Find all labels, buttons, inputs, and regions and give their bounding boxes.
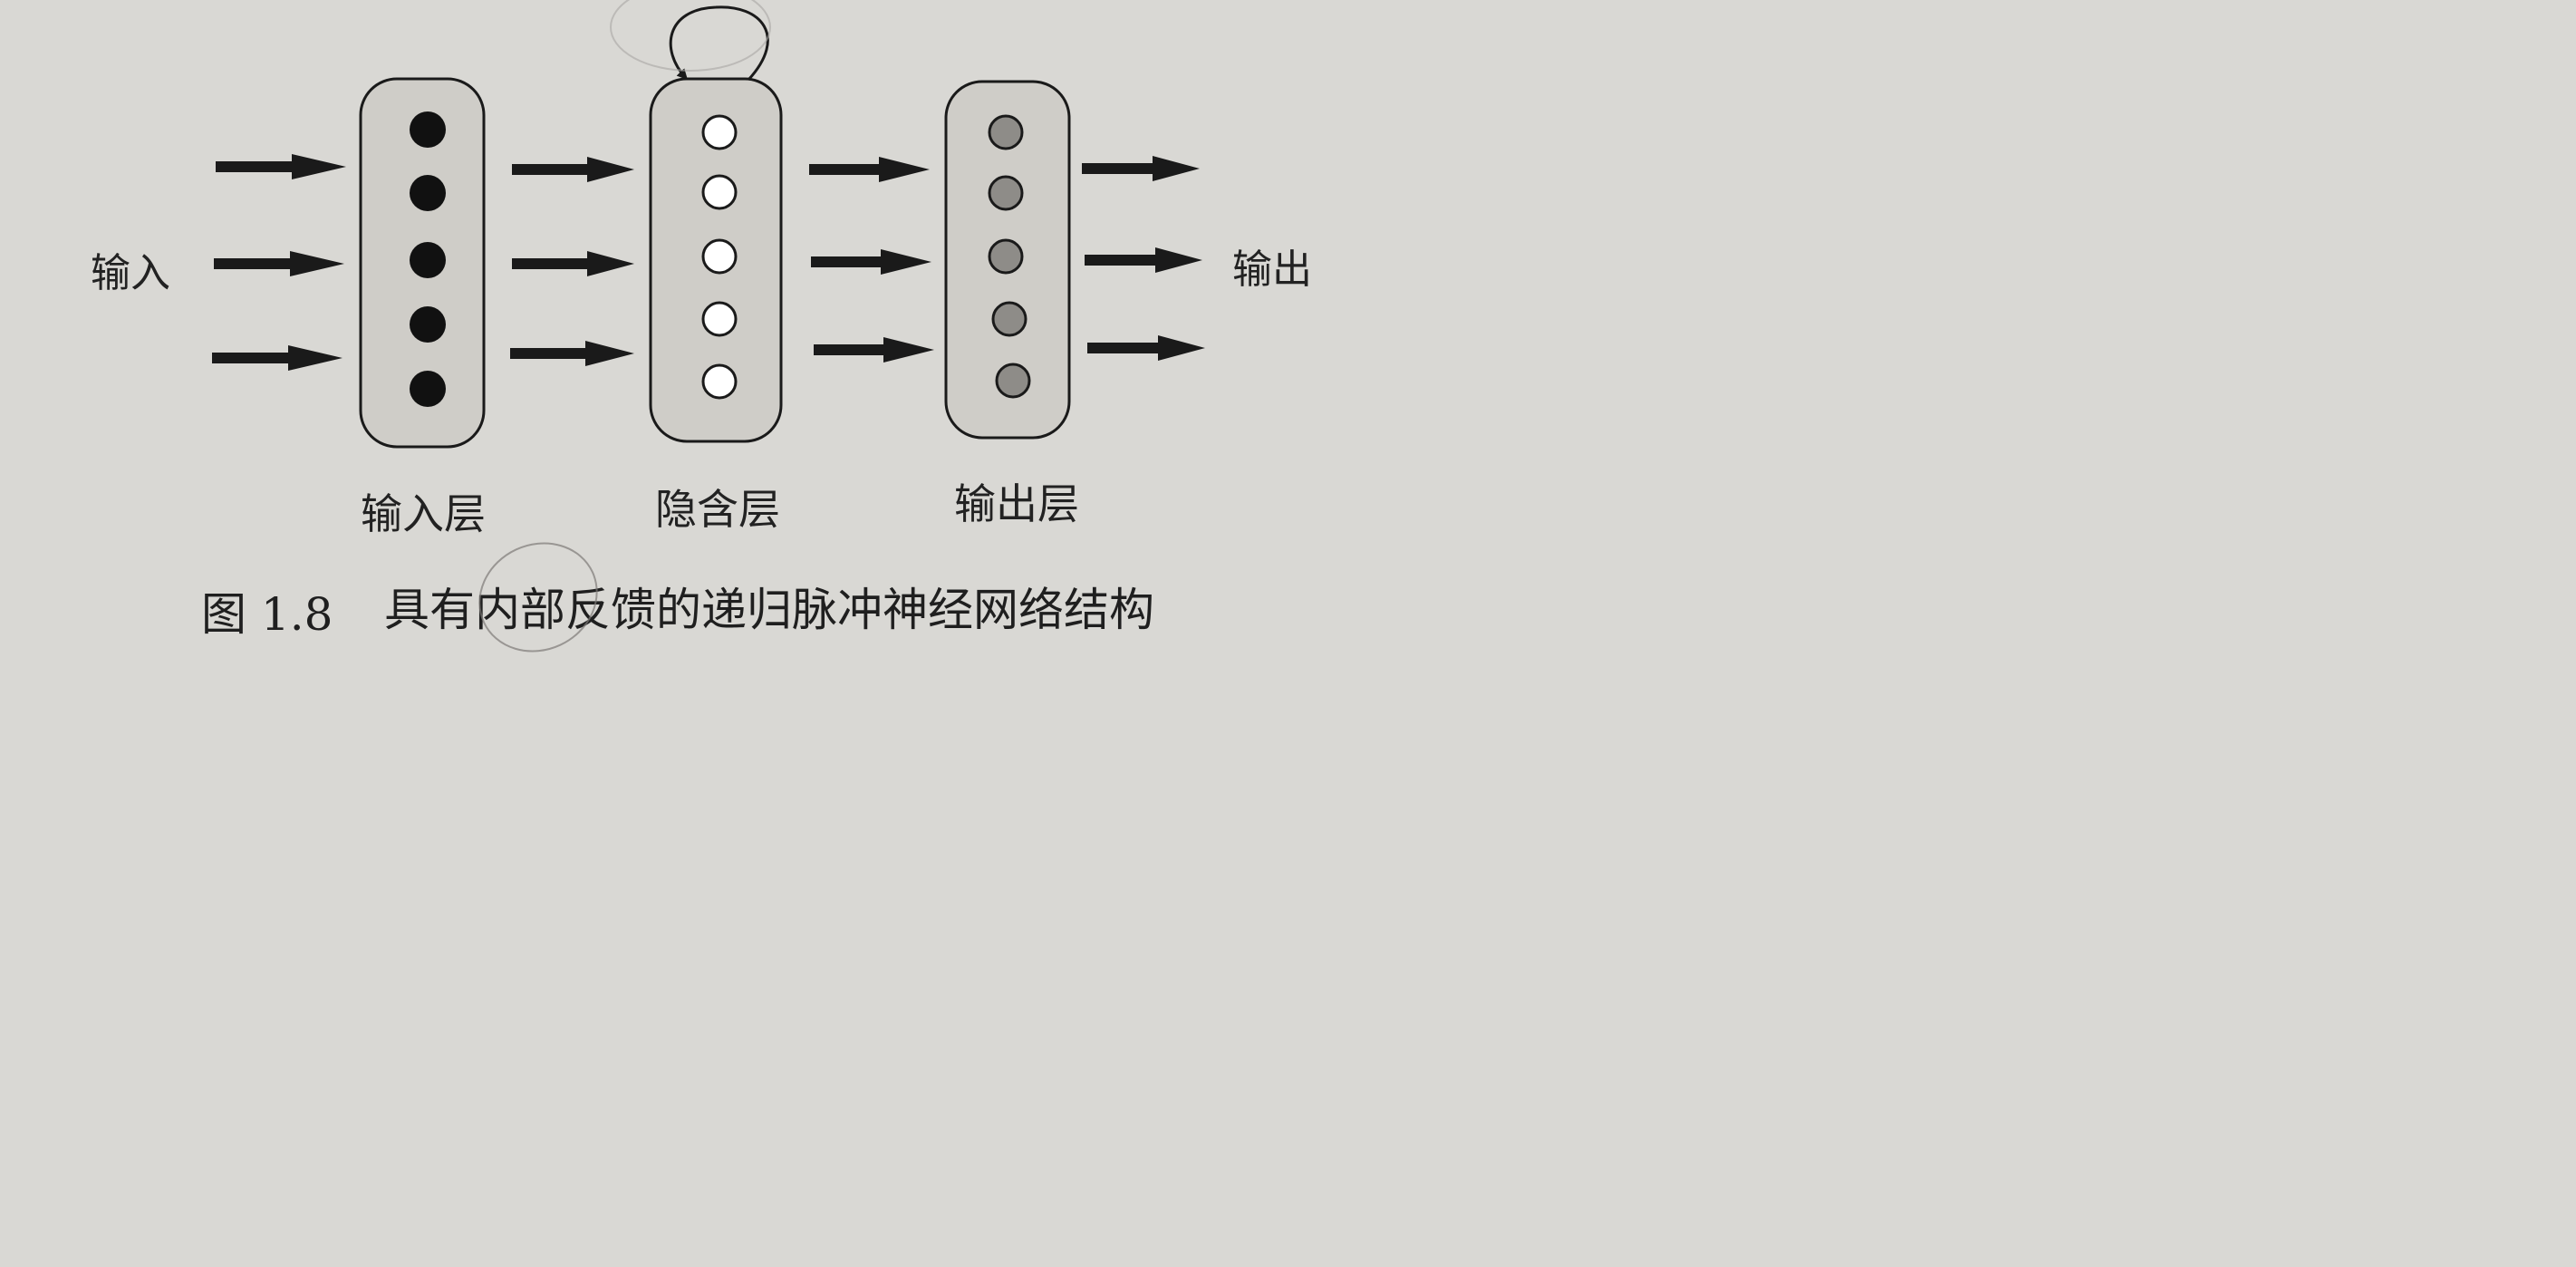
input-neuron xyxy=(410,111,446,148)
arrow xyxy=(1085,247,1202,273)
output-neuron xyxy=(991,301,1028,337)
hidden-neuron xyxy=(701,363,738,400)
arrow xyxy=(510,341,634,366)
input-arrows xyxy=(212,154,346,371)
input-label: 输入 xyxy=(91,250,170,296)
arrow xyxy=(811,249,931,275)
hidden-neuron xyxy=(701,238,738,275)
arrow xyxy=(814,337,934,363)
output-layer-label: 输出层 xyxy=(954,479,1079,528)
output-neuron xyxy=(988,238,1024,275)
output-neuron xyxy=(988,114,1024,150)
arrow xyxy=(212,345,343,371)
input-layer-label: 输入层 xyxy=(361,489,486,538)
arrow xyxy=(512,157,634,182)
arrow xyxy=(1082,156,1200,181)
output-arrows xyxy=(1082,156,1205,361)
output-neuron xyxy=(988,175,1024,211)
arrow xyxy=(216,154,346,179)
output-neuron xyxy=(995,363,1031,399)
hidden-neuron xyxy=(701,301,738,337)
input-neuron xyxy=(410,306,446,343)
arrow xyxy=(809,157,930,182)
hidden-to-output-arrows xyxy=(809,157,934,363)
hidden-neuron xyxy=(701,174,738,210)
output-label: 输出 xyxy=(1232,247,1312,293)
hidden-neuron xyxy=(701,114,738,150)
input-neuron xyxy=(410,242,446,278)
arrow xyxy=(1087,335,1205,361)
input-to-hidden-arrows xyxy=(510,157,634,366)
hidden-self-loop-arrow xyxy=(669,5,769,82)
arrow xyxy=(512,251,634,276)
figure-caption: 具有内部反馈的递归脉冲神经网络结构 xyxy=(384,584,1154,636)
input-neuron xyxy=(410,175,446,211)
figure-number: 图 1.8 xyxy=(201,588,333,641)
hidden-layer-label: 隐含层 xyxy=(655,485,780,534)
rsnn-structure-diagram: 输入 输出 输入层 隐含层 输出层 图 1.8 具有内部反馈的递归脉冲神经网络结… xyxy=(91,0,1312,653)
input-neuron xyxy=(410,371,446,407)
arrow xyxy=(214,251,344,276)
diagram-stage: 输入 输出 输入层 隐含层 输出层 图 1.8 具有内部反馈的递归脉冲神经网络结… xyxy=(0,0,1421,699)
